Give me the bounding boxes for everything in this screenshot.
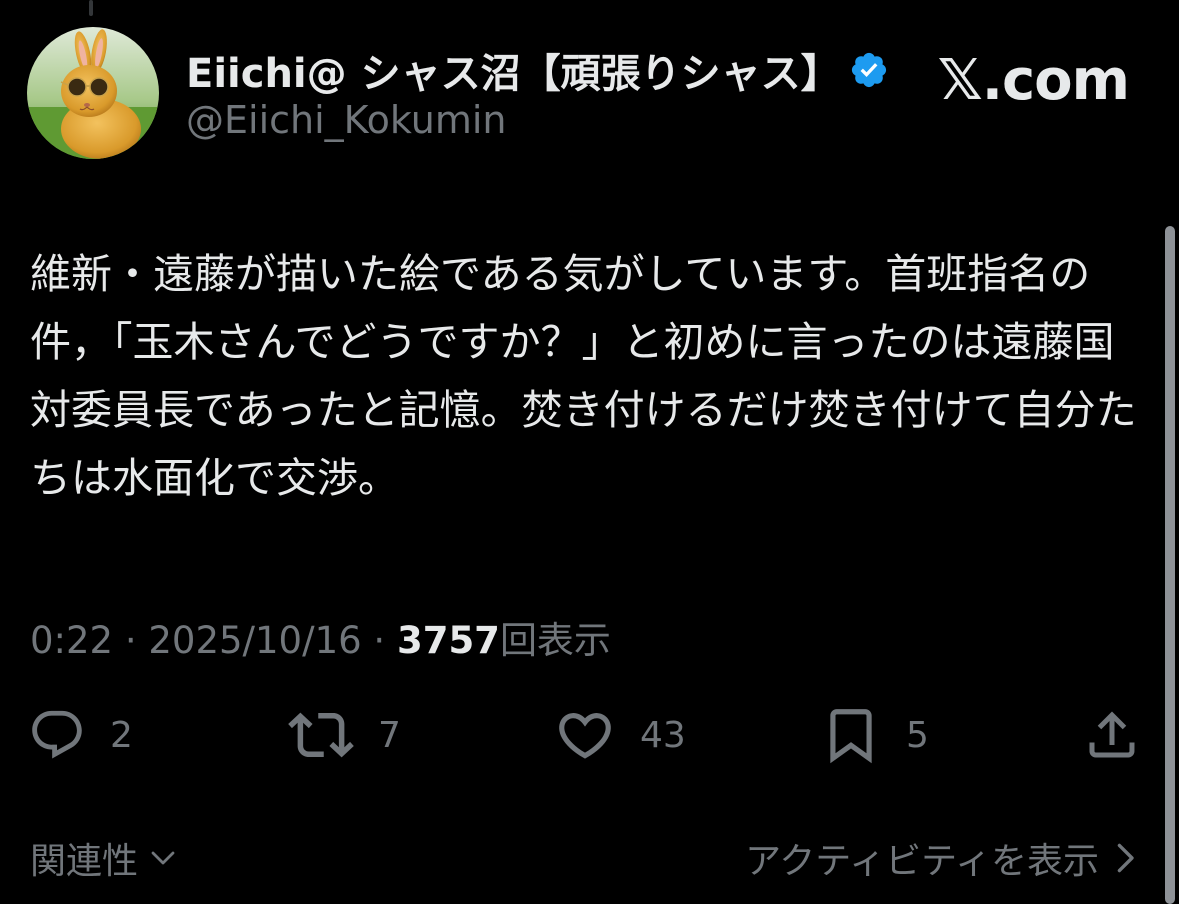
bookmark-count: 5 <box>906 714 929 756</box>
rabbit-with-sunglasses-avatar-icon <box>27 27 159 159</box>
tweet-actions-bar: 2 7 43 5 <box>0 700 1179 770</box>
scrollbar[interactable] <box>1165 226 1175 904</box>
view-activity-link[interactable]: アクティビティを表示 <box>745 832 1139 884</box>
retweet-icon <box>288 712 354 758</box>
x-logo: 𝕏.com <box>937 48 1130 113</box>
retweet-button[interactable]: 7 <box>288 700 401 770</box>
views-label: 回表示 <box>499 619 611 662</box>
bookmark-button[interactable]: 5 <box>820 700 929 770</box>
tweet-meta: 0:22 · 2025/10/16 · 3757回表示 <box>30 610 611 664</box>
retweet-count: 7 <box>378 714 401 756</box>
meta-separator: · <box>113 619 149 662</box>
bookmark-icon <box>830 709 872 764</box>
tweet-date[interactable]: 2025/10/16 <box>148 619 361 662</box>
tweet-time[interactable]: 0:22 <box>30 619 113 662</box>
reply-icon <box>32 710 82 759</box>
like-count: 43 <box>640 714 686 756</box>
verified-badge-icon <box>851 52 886 88</box>
heart-icon <box>559 713 611 759</box>
like-button[interactable]: 43 <box>554 700 686 770</box>
avatar[interactable] <box>27 27 159 159</box>
view-activity-label: アクティビティを表示 <box>745 841 1099 882</box>
tweet-text: 維新・遠藤が描いた絵である気がしています。首班指名の件，「玉木さんでどうですか？… <box>30 250 1137 502</box>
thread-connector-line <box>89 0 93 16</box>
author-handle[interactable]: @Eiichi_Kokumin <box>186 98 507 142</box>
tweet-detail-page: Eiichi@ シャス沼【頑張りシャス】 @Eiichi_Kokumin 𝕏.c… <box>0 0 1179 904</box>
sort-relevance-dropdown[interactable]: 関連性 <box>30 832 178 884</box>
sort-relevance-label: 関連性 <box>30 841 139 882</box>
views-count: 3757 <box>396 619 500 662</box>
reply-count: 2 <box>110 714 133 756</box>
reply-button[interactable]: 2 <box>28 700 133 770</box>
author-display-name-text: Eiichi@ シャス沼【頑張りシャス】 <box>186 51 841 97</box>
author-display-name[interactable]: Eiichi@ シャス沼【頑張りシャス】 <box>186 42 889 98</box>
share-icon <box>1089 711 1135 758</box>
chevron-right-icon <box>1117 843 1134 873</box>
chevron-down-icon <box>151 851 175 865</box>
meta-separator: · <box>361 619 397 662</box>
share-button[interactable] <box>1082 700 1142 770</box>
